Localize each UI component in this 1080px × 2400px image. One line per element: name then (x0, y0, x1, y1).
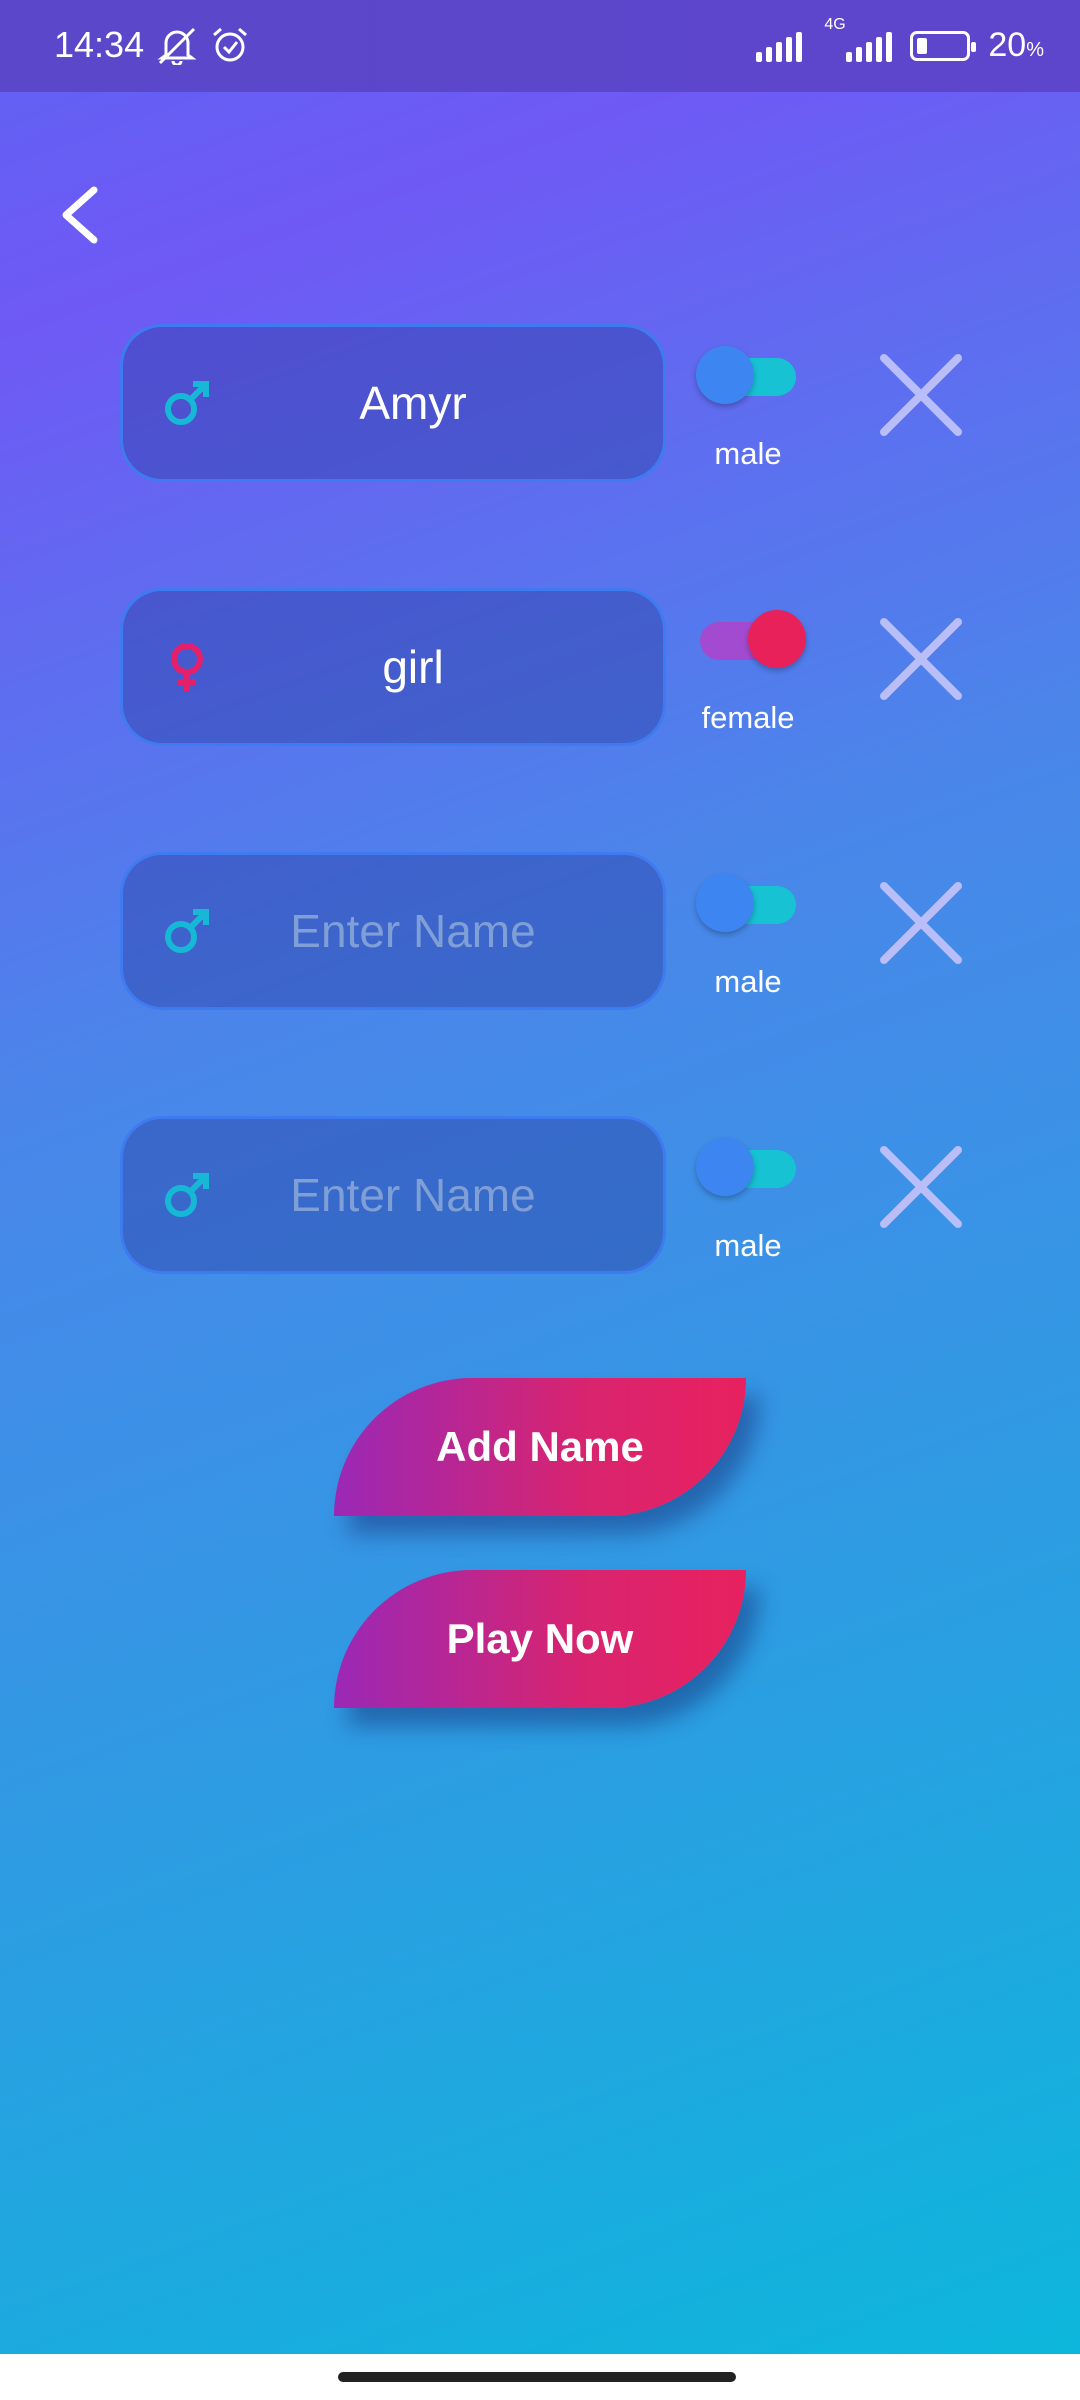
male-icon (165, 381, 209, 425)
bell-muted-icon (157, 27, 197, 65)
play-now-button[interactable]: Play Now (334, 1570, 746, 1708)
gender-toggle[interactable] (696, 1138, 796, 1196)
name-input[interactable]: girl (120, 588, 666, 746)
male-icon (165, 1173, 209, 1217)
network-label: 4G (824, 15, 846, 33)
player-row: Amyr male (0, 324, 1080, 484)
name-input[interactable]: Amyr (120, 324, 666, 482)
status-bar: 14:34 4G 20% (0, 0, 1080, 92)
gender-label: male (714, 1228, 782, 1263)
battery-icon (910, 30, 977, 61)
back-arrow-icon[interactable] (54, 180, 114, 250)
gender-toggle[interactable] (696, 346, 796, 404)
close-icon[interactable] (880, 354, 962, 436)
add-name-button[interactable]: Add Name (334, 1378, 746, 1516)
gender-toggle[interactable] (700, 610, 806, 668)
home-indicator[interactable] (338, 2372, 736, 2382)
player-row: Enter Name male (0, 852, 1080, 1012)
close-icon[interactable] (880, 618, 962, 700)
battery-level: 20% (988, 26, 1044, 64)
name-input[interactable]: Enter Name (120, 852, 666, 1010)
signal-icon (756, 30, 803, 62)
close-icon[interactable] (880, 1146, 962, 1228)
status-right: 4G 20% (756, 16, 1044, 65)
gender-label: male (714, 964, 782, 999)
status-left: 14:34 (54, 24, 250, 66)
player-row: girl female (0, 588, 1080, 748)
female-icon (171, 643, 203, 691)
gender-label: female (701, 700, 795, 735)
gender-toggle[interactable] (696, 874, 796, 932)
male-icon (165, 909, 209, 953)
name-input[interactable]: Enter Name (120, 1116, 666, 1274)
gender-label: male (714, 436, 782, 471)
clock: 14:34 (54, 24, 145, 65)
close-icon[interactable] (880, 882, 962, 964)
alarm-icon (213, 27, 248, 62)
player-row: Enter Name male (0, 1116, 1080, 1276)
signal-4g-icon: 4G (820, 16, 893, 62)
